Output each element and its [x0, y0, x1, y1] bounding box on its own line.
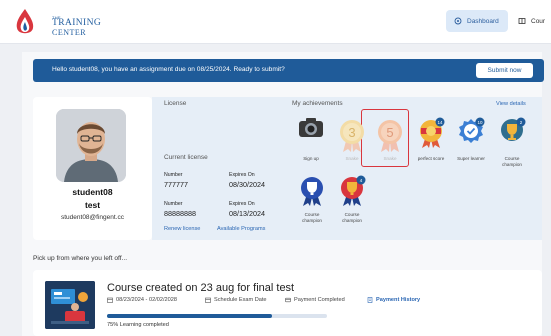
achievement-snake-5[interactable]: 5: [376, 119, 404, 158]
achievement-label: Course champion: [302, 212, 322, 223]
license-expires-label: Expires On: [229, 172, 255, 178]
nav-course[interactable]: Cour: [518, 10, 545, 32]
renew-license-link[interactable]: Renew license: [164, 226, 200, 232]
course-icon: [518, 18, 526, 24]
avatar[interactable]: [56, 109, 126, 182]
achievement-perfect-score[interactable]: 14: [416, 117, 446, 154]
schedule-exam-date-text: Schedule Exam Date: [214, 297, 267, 303]
calendar-icon: [107, 297, 113, 303]
achievement-snake-3[interactable]: 3: [338, 119, 366, 158]
document-icon: [367, 297, 373, 303]
achievement-sign-up[interactable]: [296, 115, 326, 146]
current-license-title: Current license: [164, 154, 208, 161]
license-title: License: [164, 100, 187, 107]
license-number-label: Number: [164, 172, 183, 178]
profile-photo: [56, 109, 126, 182]
license-number: 88888888: [164, 209, 196, 218]
super-learner-badge-icon: 10: [459, 117, 485, 143]
course-dates: 08/23/2024 - 02/02/2028: [107, 297, 177, 303]
license-expires: 08/13/2024: [229, 209, 265, 218]
logo-flame-icon: [16, 9, 34, 34]
achievement-label: Super learner: [457, 156, 485, 161]
available-programs-link[interactable]: Available Programs: [217, 226, 265, 232]
course-progress-text: 75% Learning completed: [107, 322, 169, 328]
course-dates-text: 08/23/2024 - 02/02/2028: [116, 297, 177, 303]
view-details-link[interactable]: View details: [496, 101, 526, 107]
trophy-badge-icon: [301, 177, 323, 206]
payment-status-text: Payment Completed: [294, 297, 345, 303]
license-expires-label: Expires On: [229, 201, 255, 207]
profile-username: student08: [72, 187, 113, 197]
profile-lastname: test: [84, 200, 101, 210]
payment-history-link[interactable]: Payment History: [367, 297, 420, 303]
course-thumbnail[interactable]: [45, 281, 95, 329]
medal-5-number: 5: [386, 125, 393, 140]
nav-course-label: Cour: [531, 17, 546, 25]
profile-card: student08 test student08@fingent.cc: [33, 97, 152, 240]
top-bar: THE TRAINING CENTER Dashboard Cour: [0, 0, 551, 44]
achievement-course-champion[interactable]: 2: [497, 117, 527, 154]
medal-3-number: 3: [348, 125, 355, 140]
license-number-label: Number: [164, 201, 183, 207]
schedule-exam-date[interactable]: Schedule Exam Date: [205, 297, 267, 303]
payment-icon: [285, 297, 291, 303]
achievement-course-champion[interactable]: 4: [337, 175, 367, 212]
nav-dashboard[interactable]: Dashboard: [446, 10, 508, 32]
pickup-heading: Pick up from where you left off...: [33, 255, 128, 262]
license-number: 777777: [164, 180, 188, 189]
perfect-score-count: 14: [437, 120, 443, 125]
course-illustration: [45, 281, 95, 329]
banner-message: Hello student08, you have an assignment …: [52, 66, 285, 73]
achievement-super-learner[interactable]: 10: [456, 117, 486, 154]
calendar-icon: [205, 297, 211, 303]
medal-5-icon: 5: [378, 120, 402, 152]
achievement-label: perfect score: [417, 156, 445, 161]
achievement-label: Course champion: [502, 156, 522, 167]
camera-badge-icon: [299, 118, 323, 137]
trophy-badge-icon: 2: [501, 117, 526, 141]
achievement-course-champion[interactable]: [297, 175, 327, 212]
course-progress-fill: [107, 314, 272, 318]
license-expires: 08/30/2024: [229, 180, 265, 189]
logo[interactable]: THE TRAINING CENTER: [14, 6, 101, 38]
super-learner-count: 10: [477, 120, 483, 125]
achievement-label: Course champion: [342, 212, 362, 223]
profile-email: student08@fingent.cc: [61, 214, 124, 221]
nav-dashboard-label: Dashboard: [467, 17, 499, 25]
payment-history-text: Payment History: [376, 297, 421, 303]
trophy-badge-icon: 4: [341, 175, 366, 206]
assignment-banner: Hello student08, you have an assignment …: [33, 59, 544, 82]
submit-now-button[interactable]: Submit now: [476, 63, 533, 78]
dashboard-icon: [454, 17, 462, 25]
achievements-title: My achievements: [292, 100, 343, 107]
achievement-label: Snake: [383, 156, 397, 161]
payment-status: Payment Completed: [285, 297, 345, 303]
logo-text-sub: CENTER: [52, 28, 87, 37]
course-title[interactable]: Course created on 23 aug for final test: [107, 282, 294, 294]
achievement-label: Snake: [345, 156, 359, 161]
achievement-label: Sign up: [303, 156, 319, 161]
medal-3-icon: 3: [340, 120, 364, 152]
perfect-score-badge-icon: 14: [420, 117, 445, 148]
course-progress-bar: [107, 314, 327, 318]
